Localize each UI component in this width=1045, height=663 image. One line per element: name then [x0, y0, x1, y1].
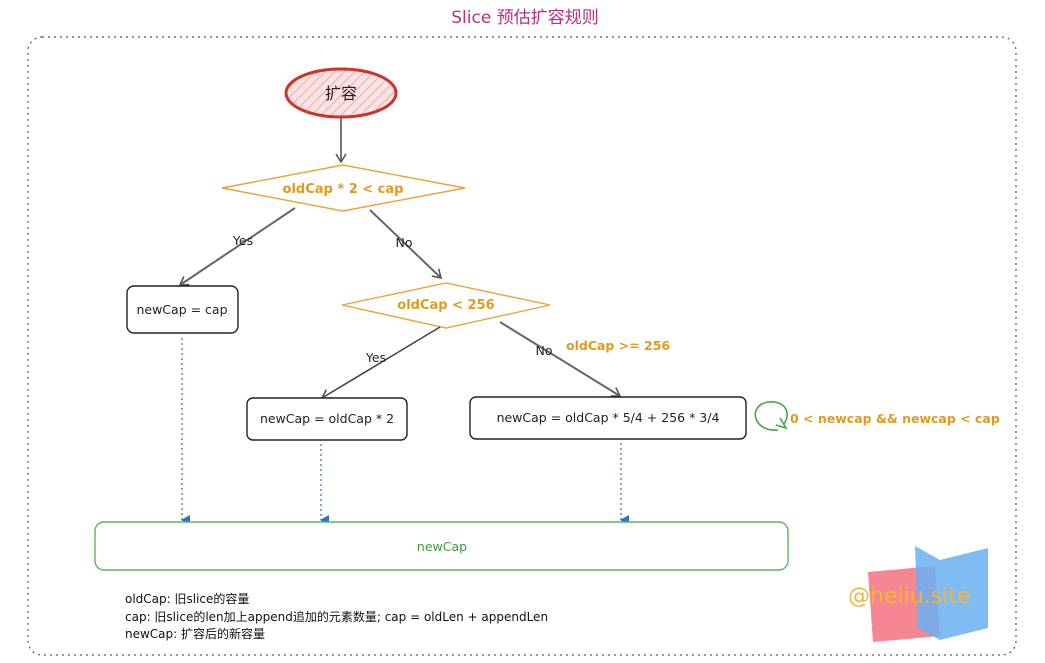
legend-line-cap: cap: 旧slice的len加上append追加的元素数量; cap = ol… [125, 609, 548, 624]
loop-arrow [754, 401, 788, 431]
box-newcap-cap-label: newCap = cap [136, 302, 227, 317]
box-newcap-formula-label: newCap = oldCap * 5/4 + 256 * 3/4 [497, 410, 720, 425]
watermark-logo: @heliu.site [848, 546, 988, 642]
decision-oldcap-256-label: oldCap < 256 [397, 298, 494, 313]
label-yes-2: Yes [365, 350, 386, 365]
legend-line-oldcap: oldCap: 旧slice的容量 [125, 591, 249, 606]
loop-condition-note: 0 < newcap && newcap < cap [790, 411, 1000, 426]
start-node-label: 扩容 [325, 84, 357, 103]
label-no-2: No [536, 343, 553, 358]
diagram-title: Slice 预估扩容规则 [451, 8, 598, 28]
legend-line-newcap: newCap: 扩容后的新容量 [125, 626, 265, 641]
watermark-text: @heliu.site [848, 584, 970, 609]
decision-oldcap-double-label: oldCap * 2 < cap [283, 182, 404, 197]
label-no-1: No [396, 235, 413, 250]
arrow-decision2-no [499, 321, 622, 397]
note-oldcap-ge-256: oldCap >= 256 [566, 338, 670, 353]
label-yes-1: Yes [232, 233, 253, 248]
result-newcap-label: newCap [417, 539, 467, 554]
box-newcap-double-label: newCap = oldCap * 2 [260, 411, 394, 426]
flowchart-canvas: Slice 预估扩容规则 扩容 oldCap * 2 < cap Yes No … [27, 8, 1017, 656]
